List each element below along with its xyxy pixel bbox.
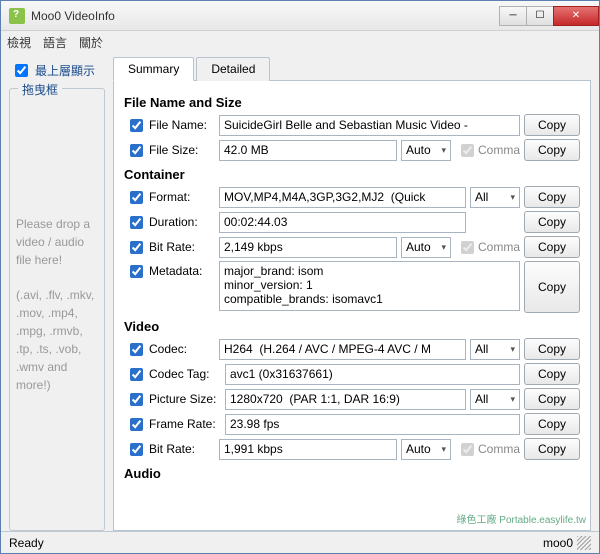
tab-summary[interactable]: Summary	[113, 57, 194, 81]
video-bitrate-comma[interactable]: Comma	[455, 442, 520, 456]
menu-about[interactable]: 關於	[79, 34, 103, 51]
main-panel: Summary Detailed File Name and Size File…	[113, 57, 591, 531]
minimize-button[interactable]: ─	[499, 6, 527, 26]
codectag-checkbox[interactable]	[130, 368, 143, 381]
copy-format-button[interactable]: Copy	[524, 186, 580, 208]
picsize-checkbox[interactable]	[130, 393, 143, 406]
tab-detailed[interactable]: Detailed	[196, 57, 270, 81]
container-bitrate-checkbox[interactable]	[130, 241, 143, 254]
menubar: 檢視 語言 關於	[1, 31, 599, 53]
copy-picsize-button[interactable]: Copy	[524, 388, 580, 410]
drop-hint: Please drop a video / audio file here! (…	[16, 215, 98, 394]
framerate-field[interactable]	[225, 414, 520, 435]
duration-label: Duration:	[149, 215, 215, 229]
format-field[interactable]	[219, 187, 466, 208]
copy-framerate-button[interactable]: Copy	[524, 413, 580, 435]
close-button[interactable]: ✕	[553, 6, 599, 26]
metadata-label: Metadata:	[149, 264, 215, 278]
container-bitrate-select[interactable]: Auto	[401, 237, 451, 258]
section-audio: Audio	[124, 466, 580, 481]
framerate-label: Frame Rate:	[149, 417, 221, 431]
drop-frame-legend: 拖曳框	[18, 81, 62, 98]
duration-field[interactable]	[219, 212, 466, 233]
video-bitrate-checkbox[interactable]	[130, 443, 143, 456]
format-label: Format:	[149, 190, 215, 204]
copy-metadata-button[interactable]: Copy	[524, 261, 580, 313]
filesize-unit-select[interactable]: Auto	[401, 140, 451, 161]
drop-frame[interactable]: 拖曳框 Please drop a video / audio file her…	[9, 88, 105, 531]
video-bitrate-select[interactable]: Auto	[401, 439, 451, 460]
menu-view[interactable]: 檢視	[7, 34, 31, 51]
codectag-field[interactable]	[225, 364, 520, 385]
picsize-field[interactable]	[225, 389, 466, 410]
codec-select[interactable]: All	[470, 339, 520, 360]
container-bitrate-label: Bit Rate:	[149, 240, 215, 254]
filesize-label: File Size:	[149, 143, 215, 157]
filesize-field[interactable]	[219, 140, 397, 161]
metadata-checkbox[interactable]	[130, 265, 143, 278]
resize-grip[interactable]	[577, 536, 591, 550]
tab-bar: Summary Detailed	[113, 57, 591, 81]
topmost-toggle[interactable]: 最上層顯示	[11, 61, 105, 80]
codectag-label: Codec Tag:	[149, 367, 221, 381]
video-bitrate-label: Bit Rate:	[149, 442, 215, 456]
copy-container-bitrate-button[interactable]: Copy	[524, 236, 580, 258]
container-bitrate-comma[interactable]: Comma	[455, 240, 520, 254]
summary-panel: File Name and Size File Name: Copy File …	[113, 80, 591, 531]
format-select[interactable]: All	[470, 187, 520, 208]
filesize-checkbox[interactable]	[130, 144, 143, 157]
copy-duration-button[interactable]: Copy	[524, 211, 580, 233]
app-icon	[9, 8, 25, 24]
duration-checkbox[interactable]	[130, 216, 143, 229]
filename-checkbox[interactable]	[130, 119, 143, 132]
status-left: Ready	[9, 536, 44, 550]
copy-codec-button[interactable]: Copy	[524, 338, 580, 360]
picsize-select[interactable]: All	[470, 389, 520, 410]
codec-label: Codec:	[149, 342, 215, 356]
window-title: Moo0 VideoInfo	[31, 9, 500, 23]
codec-field[interactable]	[219, 339, 466, 360]
filename-label: File Name:	[149, 118, 215, 132]
titlebar[interactable]: Moo0 VideoInfo ─ ☐ ✕	[1, 1, 599, 31]
copy-video-bitrate-button[interactable]: Copy	[524, 438, 580, 460]
container-bitrate-field[interactable]	[219, 237, 397, 258]
codec-checkbox[interactable]	[130, 343, 143, 356]
maximize-button[interactable]: ☐	[526, 6, 554, 26]
copy-filename-button[interactable]: Copy	[524, 114, 580, 136]
section-video: Video	[124, 319, 580, 334]
statusbar: Ready moo0	[1, 531, 599, 553]
section-container: Container	[124, 167, 580, 182]
copy-filesize-button[interactable]: Copy	[524, 139, 580, 161]
video-bitrate-field[interactable]	[219, 439, 397, 460]
format-checkbox[interactable]	[130, 191, 143, 204]
framerate-checkbox[interactable]	[130, 418, 143, 431]
sidebar: 最上層顯示 拖曳框 Please drop a video / audio fi…	[9, 57, 105, 531]
status-right: moo0	[543, 536, 573, 550]
picsize-label: Picture Size:	[149, 392, 221, 406]
topmost-checkbox[interactable]	[15, 64, 28, 77]
section-file: File Name and Size	[124, 95, 580, 110]
filesize-comma[interactable]: Comma	[455, 143, 520, 157]
metadata-field[interactable]	[219, 261, 520, 311]
filename-field[interactable]	[219, 115, 520, 136]
menu-language[interactable]: 語言	[43, 34, 67, 51]
app-window: Moo0 VideoInfo ─ ☐ ✕ 檢視 語言 關於 最上層顯示 拖曳框 …	[0, 0, 600, 554]
copy-codectag-button[interactable]: Copy	[524, 363, 580, 385]
